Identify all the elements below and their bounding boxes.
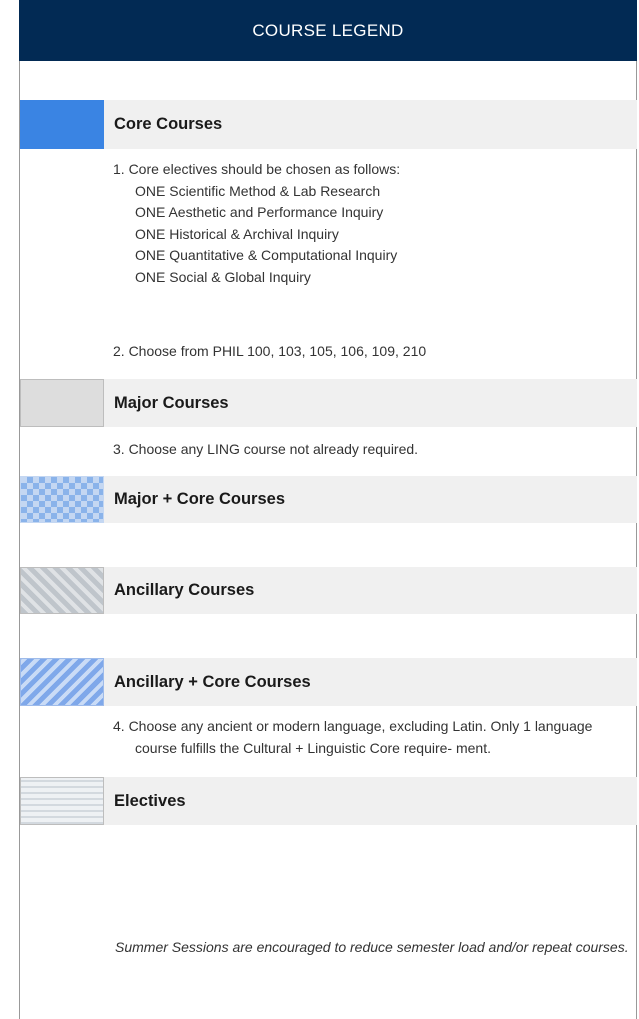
ancillary-label: Ancillary Courses	[104, 567, 637, 614]
phil-note: 2. Choose from PHIL 100, 103, 105, 106, …	[113, 343, 427, 359]
language-note: 4. Choose any ancient or modern language…	[113, 718, 593, 756]
core-elective-item: ONE Historical & Archival Inquiry	[135, 225, 339, 242]
legend-row-major: Major Courses	[20, 379, 637, 427]
ancillary-core-swatch	[20, 658, 104, 706]
electives-label: Electives	[104, 777, 637, 825]
core-elective-item: ONE Quantitative & Computational Inquiry	[135, 247, 398, 264]
major-label: Major Courses	[104, 379, 637, 427]
ling-note: 3. Choose any LING course not already re…	[113, 441, 419, 457]
legend-row-ancillary: Ancillary Courses	[20, 567, 637, 614]
core-elective-item: ONE Scientific Method & Lab Research	[135, 182, 381, 199]
major-core-label: Major + Core Courses	[104, 476, 637, 523]
electives-swatch	[20, 777, 104, 825]
legend-row-ancillary-core: Ancillary + Core Courses	[20, 658, 637, 706]
legend-title: COURSE LEGEND	[252, 20, 404, 40]
summer-sessions-note: Summer Sessions are encouraged to reduce…	[115, 939, 629, 955]
ancillary-core-label: Ancillary + Core Courses	[104, 658, 637, 706]
core-elective-item: ONE Social & Global Inquiry	[135, 268, 311, 285]
core-electives-note: 1. Core electives should be chosen as fo…	[113, 159, 633, 289]
core-elective-item: ONE Aesthetic and Performance Inquiry	[135, 204, 384, 221]
major-core-swatch	[20, 476, 104, 523]
legend-row-core: Core Courses	[20, 100, 637, 149]
core-swatch	[20, 100, 104, 149]
major-swatch	[20, 379, 104, 427]
ancillary-swatch	[20, 567, 104, 614]
legend-row-major-core: Major + Core Courses	[20, 476, 637, 523]
legend-header: COURSE LEGEND	[19, 0, 637, 61]
core-label: Core Courses	[104, 100, 637, 149]
core-electives-intro: 1. Core electives should be chosen as fo…	[113, 161, 401, 177]
legend-row-electives: Electives	[20, 777, 637, 825]
